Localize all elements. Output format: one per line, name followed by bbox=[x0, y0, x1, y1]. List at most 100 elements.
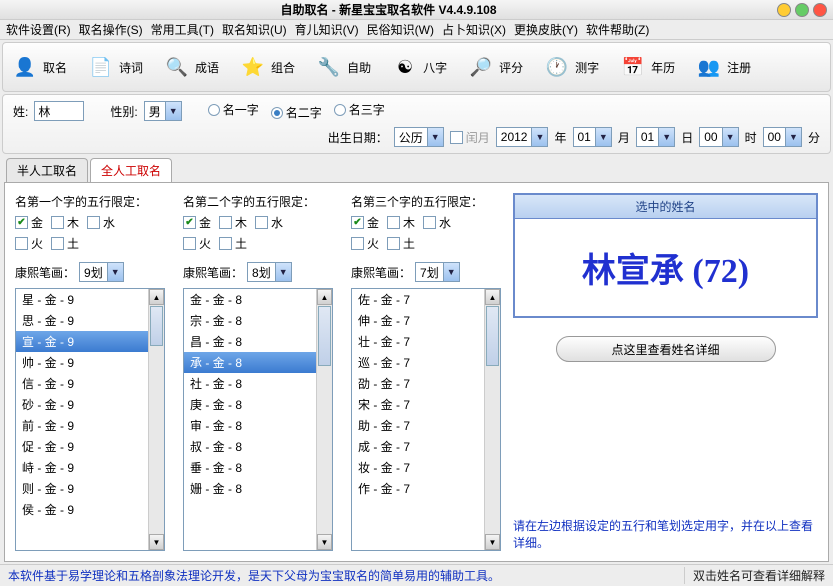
toolbar-诗词[interactable]: 📄诗词 bbox=[87, 53, 143, 81]
char-listbox[interactable]: 星 - 金 - 9思 - 金 - 9宣 - 金 - 9帅 - 金 - 9信 - … bbox=[15, 288, 165, 551]
list-item[interactable]: 星 - 金 - 9 bbox=[16, 289, 148, 310]
col-title: 名第二个字的五行限定： bbox=[183, 193, 333, 210]
menu-item[interactable]: 取名知识(U) bbox=[222, 21, 287, 38]
menu-item[interactable]: 软件帮助(Z) bbox=[586, 21, 649, 38]
wuxing-金[interactable]: 金 bbox=[183, 214, 211, 231]
menu-item[interactable]: 常用工具(T) bbox=[151, 21, 214, 38]
list-item[interactable]: 帅 - 金 - 9 bbox=[16, 352, 148, 373]
detail-button[interactable]: 点这里查看姓名详细 bbox=[556, 336, 776, 362]
gender-label: 性别: bbox=[110, 103, 137, 120]
stroke-select[interactable]: 7划▼ bbox=[415, 262, 460, 282]
wuxing-土[interactable]: 土 bbox=[387, 235, 415, 252]
wuxing-火[interactable]: 火 bbox=[351, 235, 379, 252]
month-select[interactable]: 01▼ bbox=[573, 127, 612, 147]
menu-item[interactable]: 更换皮肤(Y) bbox=[514, 21, 578, 38]
col-title: 名第三个字的五行限定： bbox=[351, 193, 501, 210]
toolbar-取名[interactable]: 👤取名 bbox=[11, 53, 67, 81]
wuxing-木[interactable]: 木 bbox=[51, 214, 79, 231]
wuxing-金[interactable]: 金 bbox=[351, 214, 379, 231]
list-item[interactable]: 前 - 金 - 9 bbox=[16, 415, 148, 436]
maximize-button[interactable] bbox=[795, 3, 809, 17]
list-item[interactable]: 垂 - 金 - 8 bbox=[184, 457, 316, 478]
tab-1[interactable]: 全人工取名 bbox=[90, 158, 172, 182]
menu-item[interactable]: 育儿知识(V) bbox=[295, 21, 359, 38]
list-item[interactable]: 金 - 金 - 8 bbox=[184, 289, 316, 310]
wuxing-火[interactable]: 火 bbox=[183, 235, 211, 252]
menu-item[interactable]: 软件设置(R) bbox=[6, 21, 71, 38]
minute-select[interactable]: 00▼ bbox=[763, 127, 802, 147]
result-name: 林宣承 (72) bbox=[515, 219, 816, 316]
toolbar-测字[interactable]: 🕐测字 bbox=[543, 53, 599, 81]
list-item[interactable]: 侯 - 金 - 9 bbox=[16, 499, 148, 520]
wuxing-水[interactable]: 水 bbox=[87, 214, 115, 231]
年历-icon: 📅 bbox=[619, 53, 647, 81]
menu-item[interactable]: 民俗知识(W) bbox=[367, 21, 434, 38]
list-item[interactable]: 庚 - 金 - 8 bbox=[184, 394, 316, 415]
name-len-radio[interactable]: 名一字 bbox=[208, 101, 259, 118]
list-item[interactable]: 社 - 金 - 8 bbox=[184, 373, 316, 394]
hour-select[interactable]: 00▼ bbox=[699, 127, 738, 147]
toolbar-八字[interactable]: ☯八字 bbox=[391, 53, 447, 81]
wuxing-土[interactable]: 土 bbox=[219, 235, 247, 252]
toolbar-年历[interactable]: 📅年历 bbox=[619, 53, 675, 81]
wuxing-水[interactable]: 水 bbox=[255, 214, 283, 231]
stroke-select[interactable]: 8划▼ bbox=[247, 262, 292, 282]
list-item[interactable]: 砂 - 金 - 9 bbox=[16, 394, 148, 415]
wuxing-木[interactable]: 木 bbox=[219, 214, 247, 231]
list-item[interactable]: 姗 - 金 - 8 bbox=[184, 478, 316, 499]
list-item[interactable]: 叔 - 金 - 8 bbox=[184, 436, 316, 457]
list-item[interactable]: 昌 - 金 - 8 bbox=[184, 331, 316, 352]
scrollbar[interactable]: ▲▼ bbox=[148, 289, 164, 550]
wuxing-水[interactable]: 水 bbox=[423, 214, 451, 231]
menu-item[interactable]: 取名操作(S) bbox=[79, 21, 143, 38]
toolbar-评分[interactable]: 🔎评分 bbox=[467, 53, 523, 81]
toolbar-自助[interactable]: 🔧自助 bbox=[315, 53, 371, 81]
name-len-radio[interactable]: 名三字 bbox=[334, 101, 385, 118]
char-listbox[interactable]: 佐 - 金 - 7伸 - 金 - 7壮 - 金 - 7巡 - 金 - 7劭 - … bbox=[351, 288, 501, 551]
stroke-select[interactable]: 9划▼ bbox=[79, 262, 124, 282]
toolbar-成语[interactable]: 🔍成语 bbox=[163, 53, 219, 81]
scrollbar[interactable]: ▲▼ bbox=[316, 289, 332, 550]
list-item[interactable]: 则 - 金 - 9 bbox=[16, 478, 148, 499]
surname-input[interactable] bbox=[34, 101, 84, 121]
titlebar: 自助取名 - 新星宝宝取名软件 V4.4.9.108 bbox=[0, 0, 833, 20]
list-item[interactable]: 佐 - 金 - 7 bbox=[352, 289, 484, 310]
wuxing-木[interactable]: 木 bbox=[387, 214, 415, 231]
list-item[interactable]: 巡 - 金 - 7 bbox=[352, 352, 484, 373]
list-item[interactable]: 宋 - 金 - 7 bbox=[352, 394, 484, 415]
name-len-radio[interactable]: 名二字 bbox=[271, 104, 322, 121]
status-left: 本软件基于易学理论和五格剖象法理论开发，是天下父母为宝宝取名的简单易用的辅助工具… bbox=[8, 567, 684, 584]
minimize-button[interactable] bbox=[777, 3, 791, 17]
char-listbox[interactable]: 金 - 金 - 8宗 - 金 - 8昌 - 金 - 8承 - 金 - 8社 - … bbox=[183, 288, 333, 551]
list-item[interactable]: 促 - 金 - 9 bbox=[16, 436, 148, 457]
calendar-select[interactable]: 公历▼ bbox=[394, 127, 444, 147]
list-item[interactable]: 宣 - 金 - 9 bbox=[16, 331, 148, 352]
scrollbar[interactable]: ▲▼ bbox=[484, 289, 500, 550]
list-item[interactable]: 助 - 金 - 7 bbox=[352, 415, 484, 436]
list-item[interactable]: 思 - 金 - 9 bbox=[16, 310, 148, 331]
menubar: 软件设置(R) 取名操作(S) 常用工具(T) 取名知识(U) 育儿知识(V) 民俗知识(… bbox=[0, 20, 833, 40]
list-item[interactable]: 审 - 金 - 8 bbox=[184, 415, 316, 436]
wuxing-金[interactable]: 金 bbox=[15, 214, 43, 231]
wuxing-土[interactable]: 土 bbox=[51, 235, 79, 252]
list-item[interactable]: 妆 - 金 - 7 bbox=[352, 457, 484, 478]
list-item[interactable]: 成 - 金 - 7 bbox=[352, 436, 484, 457]
list-item[interactable]: 宗 - 金 - 8 bbox=[184, 310, 316, 331]
tab-0[interactable]: 半人工取名 bbox=[6, 158, 88, 182]
toolbar-组合[interactable]: ⭐组合 bbox=[239, 53, 295, 81]
wuxing-火[interactable]: 火 bbox=[15, 235, 43, 252]
list-item[interactable]: 峙 - 金 - 9 bbox=[16, 457, 148, 478]
list-item[interactable]: 伸 - 金 - 7 bbox=[352, 310, 484, 331]
toolbar-注册[interactable]: 👥注册 bbox=[695, 53, 751, 81]
close-button[interactable] bbox=[813, 3, 827, 17]
menu-item[interactable]: 占卜知识(X) bbox=[442, 21, 506, 38]
col-title: 名第一个字的五行限定： bbox=[15, 193, 165, 210]
year-select[interactable]: 2012▼ bbox=[496, 127, 549, 147]
list-item[interactable]: 信 - 金 - 9 bbox=[16, 373, 148, 394]
gender-select[interactable]: 男▼ bbox=[144, 101, 182, 121]
list-item[interactable]: 承 - 金 - 8 bbox=[184, 352, 316, 373]
list-item[interactable]: 壮 - 金 - 7 bbox=[352, 331, 484, 352]
list-item[interactable]: 劭 - 金 - 7 bbox=[352, 373, 484, 394]
day-select[interactable]: 01▼ bbox=[636, 127, 675, 147]
list-item[interactable]: 作 - 金 - 7 bbox=[352, 478, 484, 499]
